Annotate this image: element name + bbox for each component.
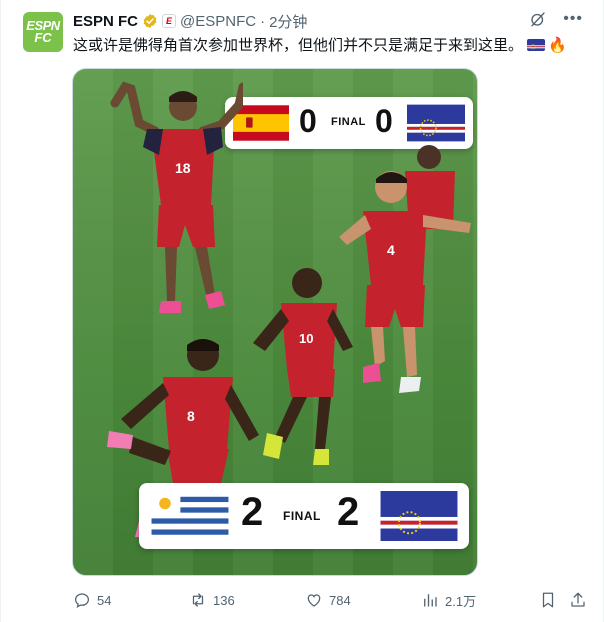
final-label-top: FINAL <box>331 116 366 128</box>
cape-verde-flag-emoji-icon <box>527 39 546 51</box>
tweet-body: 这或许是佛得角首次参加世界杯，但他们并不只是满足于来到这里。 <box>73 37 524 54</box>
reply-icon <box>74 593 90 608</box>
like-count: 784 <box>329 592 351 608</box>
heart-icon <box>307 594 321 607</box>
like-button[interactable]: 784 <box>305 591 351 609</box>
jersey-number-18: 18 <box>175 160 191 176</box>
timestamp[interactable]: 2分钟 <box>269 11 307 32</box>
views-button[interactable]: 2.1万 <box>421 591 476 610</box>
view-count: 2.1万 <box>445 593 477 609</box>
player-18-celebrating: 18 <box>110 81 243 313</box>
cape-verde-flag-icon-top <box>407 104 465 142</box>
grok-icon[interactable] <box>529 10 547 28</box>
separator-dot: · <box>260 12 266 30</box>
home-score-top: 0 <box>299 103 317 139</box>
tweet-actions: 54 136 784 2.1万 <box>73 590 585 610</box>
tweet-container[interactable]: ESPN FC ESPN FC E @ESPNFC · 2分钟 ••• 这或许是… <box>0 0 604 622</box>
more-options-icon[interactable]: ••• <box>563 11 583 27</box>
away-score-bottom: 2 <box>337 490 360 534</box>
home-score-bottom: 2 <box>241 490 264 534</box>
fire-emoji-icon: 🔥 <box>548 37 567 54</box>
reply-count: 54 <box>97 592 112 608</box>
tweet-text: 这或许是佛得角首次参加世界杯，但他们并不只是满足于来到这里。 🔥 <box>73 36 583 56</box>
repost-icon <box>192 593 204 607</box>
scorecard-top: 0 FINAL 0 <box>225 97 473 149</box>
cape-verde-flag-icon-bottom <box>380 491 458 541</box>
avatar[interactable]: ESPN FC <box>23 12 63 52</box>
jersey-number-4: 4 <box>387 242 395 258</box>
final-label-bottom: FINAL <box>283 509 321 523</box>
away-score-top: 0 <box>375 103 393 139</box>
repost-count: 136 <box>213 592 235 608</box>
author-handle[interactable]: @ESPNFC <box>180 13 256 30</box>
org-affiliation-badge[interactable]: E <box>162 14 177 28</box>
author-name[interactable]: ESPN FC <box>73 13 138 30</box>
share-icon[interactable] <box>569 591 587 609</box>
bookmark-icon[interactable] <box>539 591 557 609</box>
jersey-number-10: 10 <box>299 331 313 346</box>
verified-gold-icon <box>143 14 157 28</box>
views-chart-icon <box>424 594 437 607</box>
tweet-image[interactable]: 0 FINAL 0 18 4 10 8 2 FINAL 2 <box>72 68 478 576</box>
jersey-number-8: 8 <box>187 408 195 424</box>
header-actions: ••• <box>529 10 583 28</box>
reply-button[interactable]: 54 <box>73 591 111 609</box>
tweet-header: ESPN FC E @ESPNFC · 2分钟 ••• <box>73 10 583 32</box>
uruguay-flag-icon <box>151 491 229 541</box>
scorecard-bottom: 2 FINAL 2 <box>139 483 469 549</box>
repost-button[interactable]: 136 <box>189 591 235 609</box>
avatar-logo-text-2: FC <box>34 30 52 45</box>
